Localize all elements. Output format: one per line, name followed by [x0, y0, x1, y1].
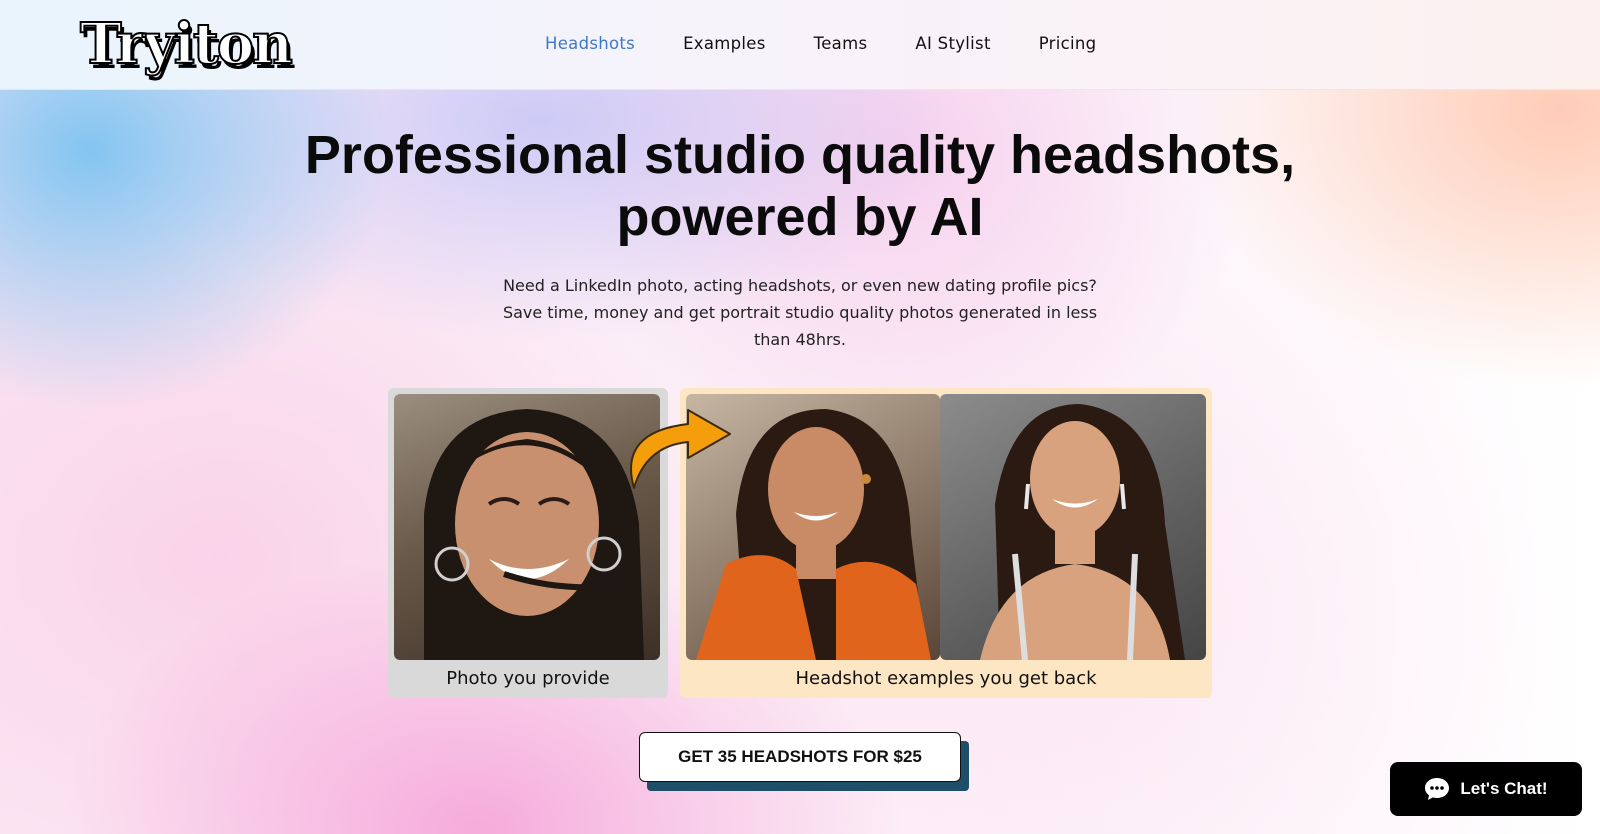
chat-bubble-icon	[1425, 778, 1450, 800]
hero-title-line-1: Professional studio quality headshots,	[304, 125, 1296, 185]
hero-subtitle-line-1: Need a LinkedIn photo, acting headshots,…	[503, 276, 1097, 295]
hero-subtitle-line-2: Save time, money and get portrait studio…	[502, 303, 1098, 322]
chat-label: Let's Chat!	[1460, 779, 1548, 798]
main-nav: Headshots Examples Teams AI Stylist Pric…	[545, 34, 1144, 53]
chat-widget-button[interactable]: Let's Chat!	[1390, 762, 1582, 816]
nav-item-pricing[interactable]: Pricing	[1039, 34, 1097, 53]
logo[interactable]: Tryiton	[79, 8, 294, 80]
curved-arrow-icon	[630, 409, 731, 489]
get-headshots-button[interactable]: GET 35 HEADSHOTS FOR $25	[639, 732, 961, 782]
hero-subtitle-line-3: than 48hrs.	[754, 330, 846, 349]
nav-item-headshots[interactable]: Headshots	[545, 34, 635, 53]
nav-item-ai-stylist[interactable]: AI Stylist	[915, 34, 990, 53]
site-header: Tryiton Headshots Examples Teams AI Styl…	[0, 0, 1600, 90]
logo-text: Tryiton	[79, 10, 294, 78]
hero-title-line-2: powered by AI	[616, 187, 984, 247]
nav-item-teams[interactable]: Teams	[814, 34, 868, 53]
nav-item-examples[interactable]: Examples	[683, 34, 766, 53]
headshot-example-photo-2	[940, 394, 1206, 660]
hero-subtitle: Need a LinkedIn photo, acting headshots,…	[490, 272, 1110, 353]
headshot-portrait-illustration-2	[980, 404, 1185, 660]
hero-title: Professional studio quality headshots, p…	[0, 124, 1600, 248]
provided-photo-caption: Photo you provide	[446, 668, 610, 689]
headshot-examples-caption: Headshot examples you get back	[795, 668, 1097, 689]
